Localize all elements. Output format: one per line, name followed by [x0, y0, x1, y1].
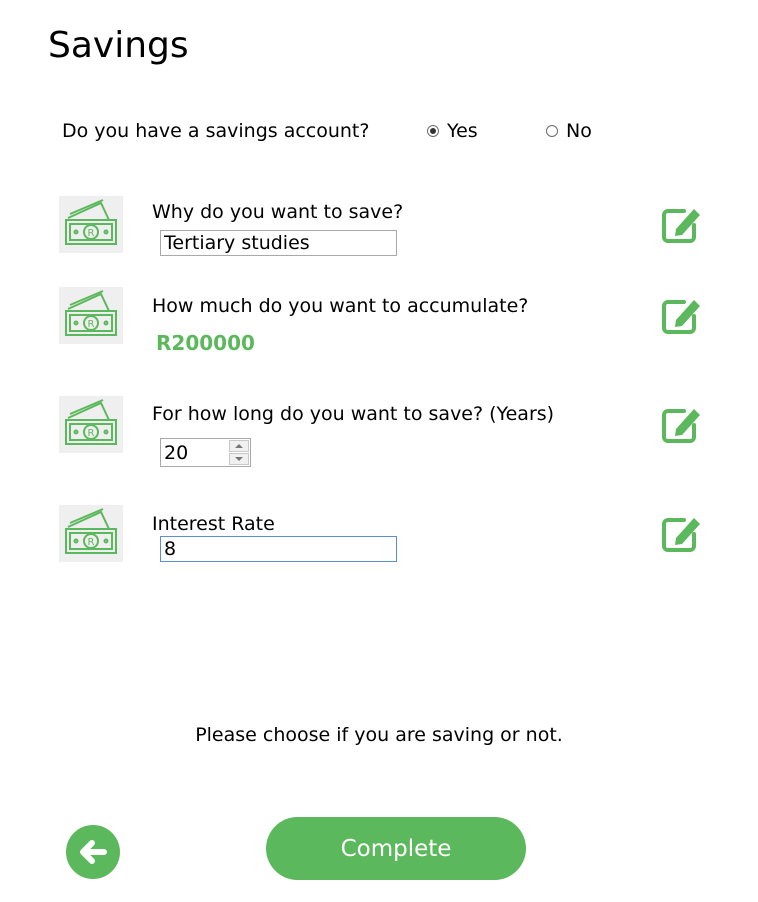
back-button[interactable]	[66, 825, 120, 879]
stepper-down-button[interactable]	[229, 453, 249, 465]
edit-icon[interactable]	[660, 403, 704, 445]
radio-yes[interactable]: Yes	[427, 118, 478, 144]
svg-text:R: R	[88, 228, 95, 239]
savings-account-question: Do you have a savings account?	[62, 120, 370, 142]
years-stepper[interactable]: 20	[160, 438, 251, 467]
edit-icon[interactable]	[660, 203, 704, 245]
stepper-up-button[interactable]	[229, 440, 249, 452]
money-icon: R	[59, 287, 123, 344]
money-icon: R	[59, 505, 123, 562]
svg-text:R: R	[88, 537, 95, 548]
svg-text:R: R	[88, 319, 95, 330]
reason-input[interactable]	[160, 230, 397, 256]
radio-no-indicator[interactable]	[546, 125, 558, 137]
chevron-up-icon	[235, 444, 243, 448]
chevron-down-icon	[235, 457, 243, 461]
radio-yes-label[interactable]: Yes	[447, 118, 478, 144]
years-stepper-value[interactable]: 20	[164, 441, 188, 465]
item-label-reason: Why do you want to save?	[152, 201, 404, 223]
item-label-amount: How much do you want to accumulate?	[152, 295, 529, 317]
edit-icon[interactable]	[660, 294, 704, 336]
page-title: Savings	[48, 25, 189, 66]
item-label-years: For how long do you want to save? (Years…	[152, 403, 555, 425]
money-icon: R	[59, 196, 123, 253]
amount-value: R200000	[156, 331, 255, 355]
complete-button[interactable]: Complete	[266, 817, 526, 880]
radio-no-label[interactable]: No	[566, 118, 592, 144]
svg-text:R: R	[88, 428, 95, 439]
radio-no[interactable]: No	[546, 118, 592, 144]
money-icon: R	[59, 396, 123, 453]
item-label-interest: Interest Rate	[152, 513, 275, 535]
arrow-left-icon	[80, 840, 107, 864]
interest-rate-input[interactable]	[160, 536, 397, 562]
radio-yes-indicator[interactable]	[427, 125, 439, 137]
validation-hint: Please choose if you are saving or not.	[195, 724, 563, 746]
edit-icon[interactable]	[660, 512, 704, 554]
